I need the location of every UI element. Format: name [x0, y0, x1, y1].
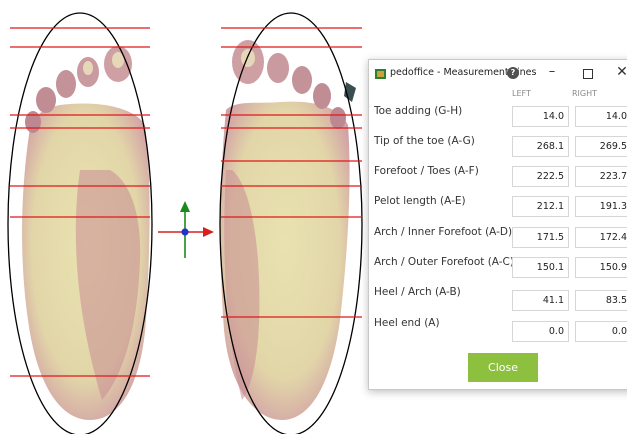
pelot-length-right-field[interactable]: 191.3 — [575, 196, 627, 217]
row-label-arch-outer-forefoot: Arch / Outer Forefoot (A-C) — [374, 256, 514, 268]
help-icon[interactable]: ? — [507, 67, 519, 79]
forefoot-toes-right-field[interactable]: 223.7 — [575, 166, 627, 187]
pedoffice-app-icon — [375, 69, 386, 79]
heel-end-right-field[interactable]: 0.0 — [575, 321, 627, 342]
row-label-tip-of-toe: Tip of the toe (A-G) — [374, 135, 475, 147]
heel-end-left-field[interactable]: 0.0 — [512, 321, 569, 342]
heel-arch-left-field[interactable]: 41.1 — [512, 290, 569, 311]
dialog-titlebar[interactable]: pedoffice - Measurement Lines ? – ✕ — [369, 60, 627, 88]
minimize-icon[interactable]: – — [545, 65, 559, 81]
arch-outer-forefoot-right-field[interactable]: 150.9 — [575, 257, 627, 278]
row-label-pelot-length: Pelot length (A-E) — [374, 195, 466, 207]
arch-inner-forefoot-left-field[interactable]: 171.5 — [512, 227, 569, 248]
column-header-right: RIGHT — [572, 89, 598, 98]
row-label-arch-inner-forefoot: Arch / Inner Forefoot (A-D) — [374, 226, 513, 238]
arch-outer-forefoot-left-field[interactable]: 150.1 — [512, 257, 569, 278]
close-icon[interactable]: ✕ — [615, 64, 627, 80]
arch-inner-forefoot-right-field[interactable]: 172.4 — [575, 227, 627, 248]
column-header-left: LEFT — [512, 89, 531, 98]
maximize-icon[interactable] — [583, 69, 593, 79]
tip-of-toe-right-field[interactable]: 269.5 — [575, 136, 627, 157]
tip-of-toe-left-field[interactable]: 268.1 — [512, 136, 569, 157]
row-label-forefoot-toes: Forefoot / Toes (A-F) — [374, 165, 479, 177]
measurement-lines-dialog: pedoffice - Measurement Lines ? – ✕ LEFT… — [368, 59, 627, 390]
left-foot-image — [22, 46, 150, 421]
row-label-toe-adding: Toe adding (G-H) — [374, 105, 463, 117]
toe-adding-right-field[interactable]: 14.0 — [575, 106, 627, 127]
axis-gizmo-icon[interactable] — [158, 201, 214, 258]
pelot-length-left-field[interactable]: 212.1 — [512, 196, 569, 217]
heel-arch-right-field[interactable]: 83.5 — [575, 290, 627, 311]
row-label-heel-arch: Heel / Arch (A-B) — [374, 286, 461, 298]
toe-adding-left-field[interactable]: 14.0 — [512, 106, 569, 127]
forefoot-toes-left-field[interactable]: 222.5 — [512, 166, 569, 187]
right-foot-image — [220, 40, 356, 420]
close-button[interactable]: Close — [468, 353, 538, 382]
row-label-heel-end: Heel end (A) — [374, 317, 440, 329]
